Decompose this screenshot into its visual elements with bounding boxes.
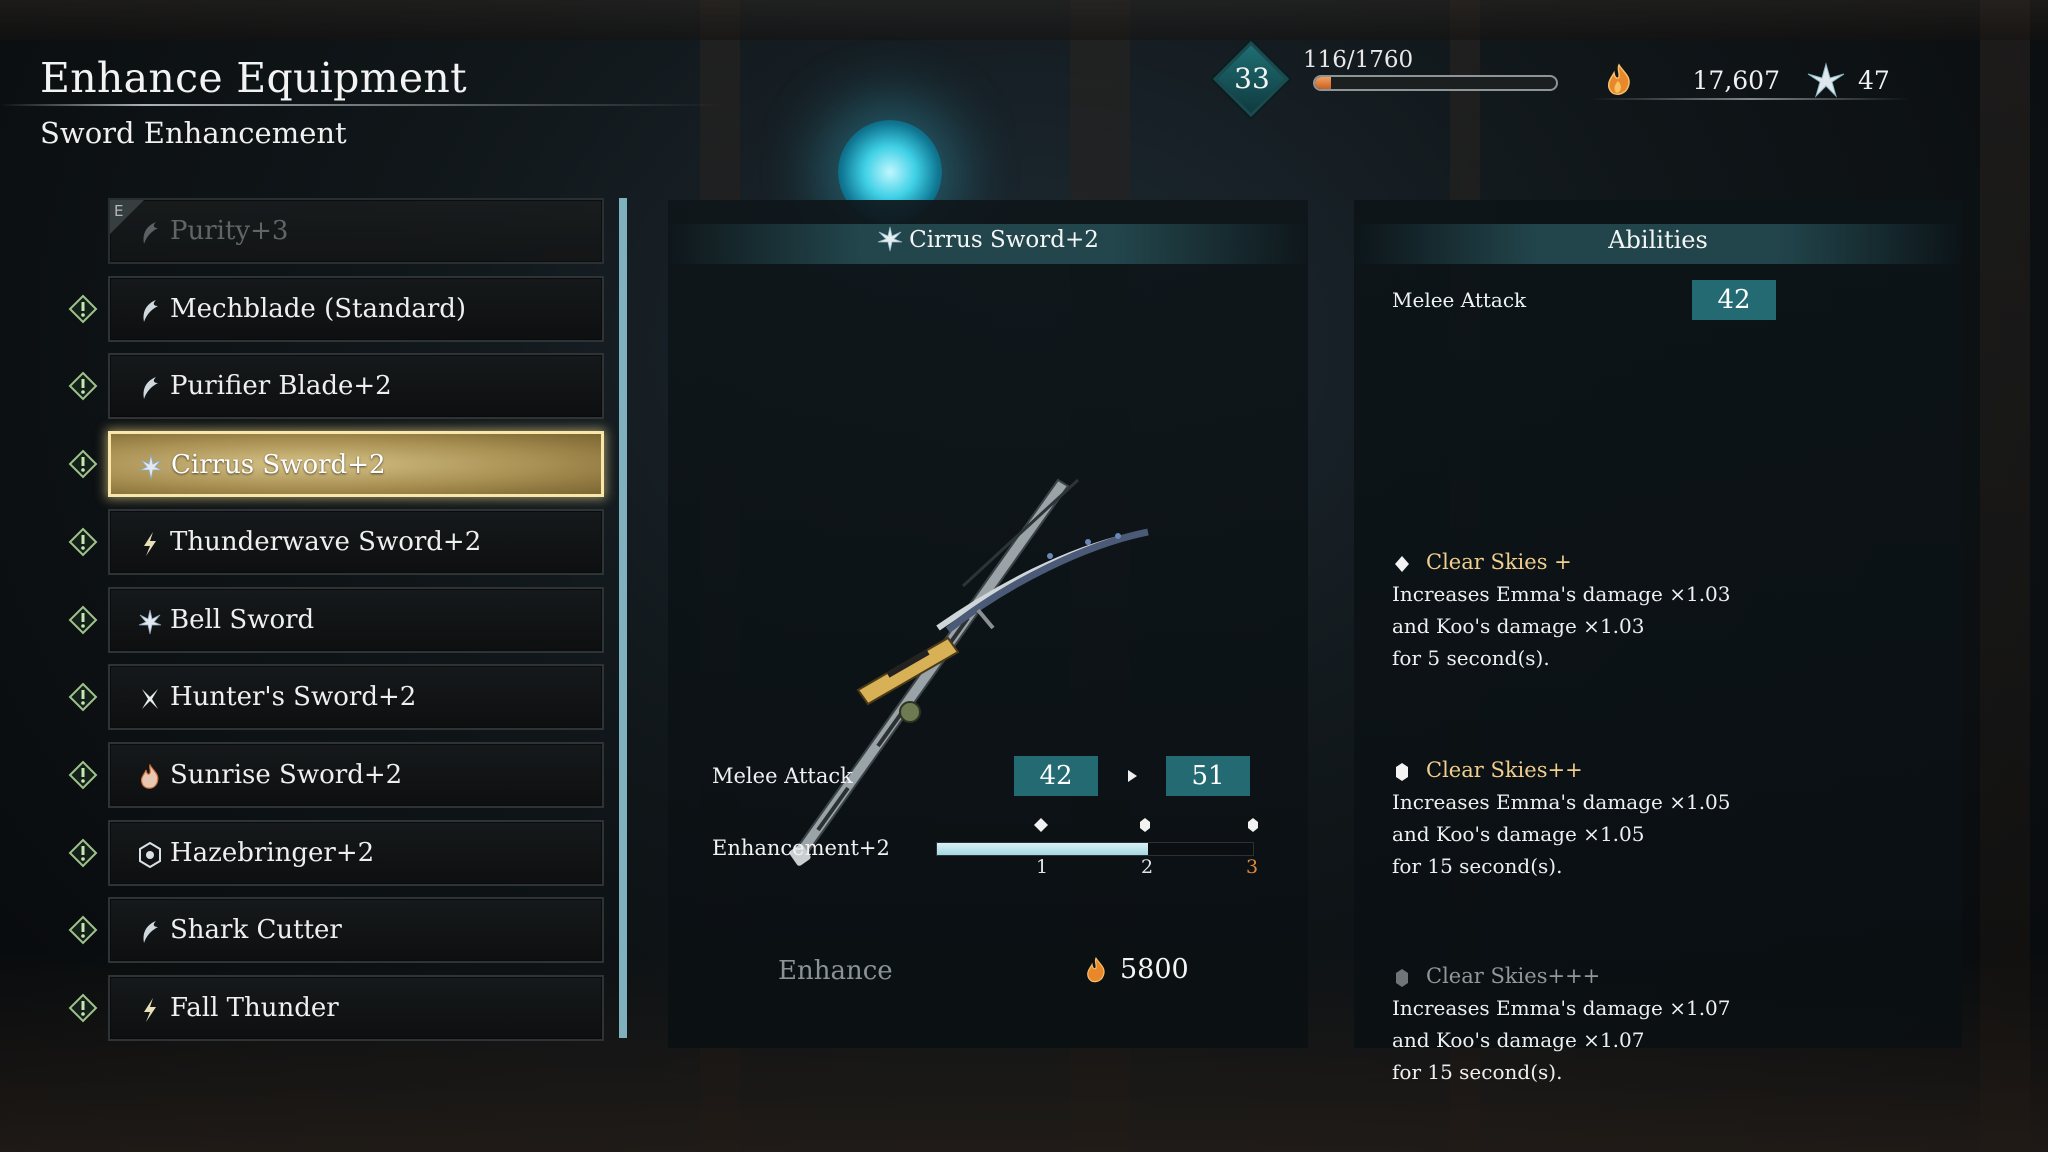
weapon-item[interactable]: Shark Cutter (108, 897, 604, 963)
arrow-right-icon (1128, 770, 1137, 782)
weapon-item[interactable]: E Purity+3 (108, 198, 604, 264)
shard-count: 47 (1858, 66, 1890, 95)
new-alert-icon (68, 760, 98, 790)
lightning-icon (138, 531, 162, 557)
weapon-item[interactable]: Hunter's Sword+2 (108, 664, 604, 730)
ability-description-line: for 15 second(s). (1392, 1060, 1563, 1084)
cross-star-icon (138, 686, 162, 712)
frost-star-icon (877, 226, 903, 252)
weapon-item[interactable]: Bell Sword (108, 587, 604, 653)
enhancement-label: Enhancement+2 (712, 836, 890, 860)
ability-description-line: and Koo's damage ×1.05 (1392, 822, 1645, 846)
weapon-item[interactable]: Purifier Blade+2 (108, 353, 604, 419)
weapon-item-label: Bell Sword (170, 605, 315, 635)
new-alert-icon (68, 294, 98, 324)
frost-star-icon (139, 454, 163, 480)
crescent-icon (138, 375, 162, 401)
new-alert-icon (68, 449, 98, 479)
weapon-item[interactable]: Fall Thunder (108, 975, 604, 1041)
enhancement-tick-1: 1 (1036, 856, 1049, 878)
ability-gem-icon (1395, 556, 1409, 572)
new-alert-icon (68, 605, 98, 635)
weapon-item-label: Thunderwave Sword+2 (170, 527, 482, 557)
list-scrollbar[interactable] (619, 198, 627, 1038)
ability-name: Clear Skies++ (1426, 758, 1583, 782)
ability-gem-locked-icon (1396, 969, 1408, 987)
enhancement-marker-1-icon (1034, 818, 1048, 832)
weapon-item-label: Hazebringer+2 (170, 838, 375, 868)
abilities-panel: Abilities Melee Attack 42 Clear Skies + I… (1354, 200, 1962, 1084)
new-alert-icon (68, 915, 98, 945)
weapon-title: Cirrus Sword+2 (668, 226, 1308, 253)
new-alert-icon (68, 527, 98, 557)
hexagon-icon (138, 841, 162, 869)
xp-bar (1313, 75, 1558, 91)
enhancement-tick-3: 3 (1246, 856, 1259, 878)
enhance-cost: 5800 (1120, 954, 1189, 985)
melee-attack-label: Melee Attack (712, 764, 853, 788)
ability-name: Clear Skies+++ (1426, 964, 1601, 988)
weapon-detail-panel: Cirrus Sword+2 Melee Attack 42 51 Enhanc… (668, 200, 1308, 1048)
ability-description-line: for 5 second(s). (1392, 646, 1550, 670)
new-alert-icon (68, 682, 98, 712)
abilities-melee-label: Melee Attack (1392, 288, 1527, 312)
weapon-item-label: Purity+3 (170, 216, 289, 246)
enhancement-track (936, 842, 1254, 856)
weapon-item[interactable]: Hazebringer+2 (108, 820, 604, 886)
xp-fill (1315, 77, 1331, 89)
enhance-button[interactable]: Enhance (778, 956, 893, 986)
page-title: Enhance Equipment (40, 54, 467, 102)
ability-description-line: Increases Emma's damage ×1.05 (1392, 790, 1731, 814)
melee-current-value: 42 (1014, 756, 1098, 796)
ability-description-line: for 15 second(s). (1392, 854, 1563, 878)
lightning-icon (138, 997, 162, 1023)
ability-description-line: and Koo's damage ×1.03 (1392, 614, 1645, 638)
flame-icon (138, 763, 162, 790)
enhancement-marker-3-icon (1248, 818, 1258, 832)
weapon-item[interactable]: Mechblade (Standard) (108, 276, 604, 342)
title-divider (0, 104, 720, 106)
weapon-item-label: Fall Thunder (170, 993, 339, 1023)
ember-icon (1087, 956, 1105, 983)
weapon-item-label: Sunrise Sword+2 (170, 760, 403, 790)
weapon-item[interactable]: Thunderwave Sword+2 (108, 509, 604, 575)
abilities-melee-value: 42 (1692, 280, 1776, 320)
weapon-item[interactable]: Cirrus Sword+2 (108, 431, 604, 497)
melee-next-value: 51 (1166, 756, 1250, 796)
ability-description-line: and Koo's damage ×1.07 (1392, 1028, 1645, 1052)
shard-icon (1807, 62, 1845, 98)
ember-icon (1607, 63, 1630, 95)
enhancement-fill (937, 843, 1148, 855)
crescent-icon (138, 220, 162, 246)
weapon-item[interactable]: Sunrise Sword+2 (108, 742, 604, 808)
weapon-item-label: Mechblade (Standard) (170, 294, 467, 324)
new-alert-icon (68, 993, 98, 1023)
abilities-title: Abilities (1608, 226, 1708, 254)
currency-amount: 17,607 (1692, 66, 1780, 95)
ability-name: Clear Skies + (1426, 550, 1572, 574)
level-number: 33 (1234, 62, 1270, 95)
ability-gem-icon (1396, 763, 1408, 781)
ability-description-line: Increases Emma's damage ×1.07 (1392, 996, 1731, 1020)
weapon-item-label: Cirrus Sword+2 (171, 450, 386, 480)
status-divider (1590, 98, 1910, 100)
weapon-title-text: Cirrus Sword+2 (909, 227, 1099, 253)
enhancement-marker-2-icon (1140, 818, 1150, 832)
page-subtitle: Sword Enhancement (40, 116, 347, 150)
new-alert-icon (68, 838, 98, 868)
weapon-item-label: Hunter's Sword+2 (170, 682, 417, 712)
equipped-tag: E (114, 202, 124, 220)
crescent-icon (138, 298, 162, 324)
new-alert-icon (68, 371, 98, 401)
weapon-item-label: Purifier Blade+2 (170, 371, 392, 401)
crescent-icon (138, 919, 162, 945)
weapon-item-label: Shark Cutter (170, 915, 342, 945)
xp-text: 116/1760 (1303, 47, 1414, 73)
enhancement-tick-2: 2 (1141, 856, 1154, 878)
frost-star-icon (138, 609, 162, 635)
ability-description-line: Increases Emma's damage ×1.03 (1392, 582, 1731, 606)
